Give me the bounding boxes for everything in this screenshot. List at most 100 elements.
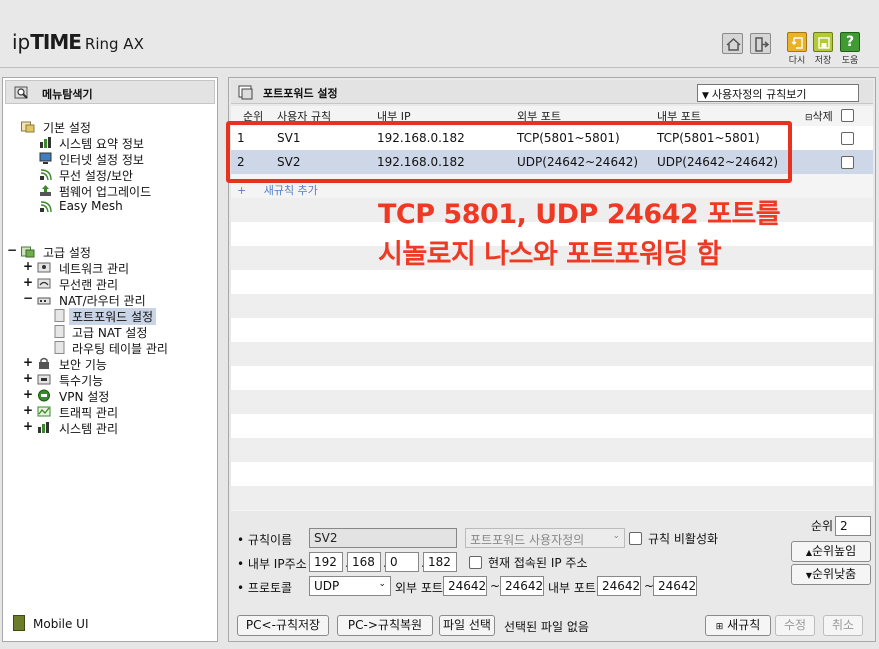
ip-octet-3[interactable]: 0 [385,552,419,572]
protocol-value: UDP [314,579,340,593]
protocol-label: • 프로토콜 [237,581,293,595]
tree-item-label: 보안 기능 [59,358,107,372]
empty-row [231,294,873,318]
pc-save-button[interactable]: PC<-규칙저장 [237,615,329,636]
col-delete-label: 삭제 [812,110,833,123]
mobile-ui-link[interactable]: Mobile UI [13,615,89,631]
expand-toggle[interactable]: + [23,387,33,401]
rule-name-label: • 규칙이름 [237,533,293,547]
add-rule-label: 새규칙 추가 [263,184,318,197]
disable-rule-checkbox[interactable] [629,532,642,545]
expand-toggle[interactable]: + [23,275,33,289]
empty-row [231,414,873,438]
new-rule-button[interactable]: ⊞ 새규칙 [705,615,771,636]
port-forward-header: 포트포워드 설정 ▼ 사용자정의 규칙보기 [231,80,873,104]
top-header: ipTIME Ring AX 다시 저장 ? 도움 [0,0,879,68]
traffic-icon [37,405,51,418]
pc-restore-button[interactable]: PC->규칙복원 [337,615,433,636]
tree-item-label: 포트포워드 설정 [69,308,157,325]
annotation-line-1: TCP 5801, UDP 24642 포트를 [378,199,781,230]
folder-icon [21,120,35,133]
ext-port-to[interactable]: 24642 [500,576,544,596]
tree-item-label: 무선랜 관리 [59,278,119,292]
current-ip-label: 현재 접속된 IP 주소 [488,556,588,570]
tree-advanced-label: 고급 설정 [43,246,91,260]
tree-item-label: 인터넷 설정 정보 [59,153,144,167]
modify-button[interactable]: 수정 [775,615,815,636]
page-icon [53,341,67,354]
preset-select[interactable]: 포트포워드 사용자정의 ⌄ [465,528,625,548]
highlight-box [226,121,792,183]
magnifier-icon [14,85,30,104]
menu-explorer-panel: 메뉴탐색기 기본 설정 시스템 요약 정보 인터넷 설정 정보 무선 설정/보안… [2,77,218,642]
file-select-button[interactable]: 파일 선택 [439,615,495,636]
lock-icon [37,357,51,370]
tree-item-label: 무선 설정/보안 [59,169,134,183]
row-delete-checkbox[interactable] [841,156,854,169]
help-button[interactable]: ? 도움 [838,32,862,66]
tree-item-label: Easy Mesh [59,199,123,213]
chart-icon [39,136,53,149]
ip-octet-4[interactable]: 182 [423,552,457,572]
empty-row [231,486,873,510]
expand-toggle[interactable]: + [23,419,33,433]
protocol-select[interactable]: UDP ⌄ [309,576,391,596]
rule-view-value: 사용자정의 규칙보기 [711,88,807,101]
ext-port-label: 외부 포트 [395,581,443,595]
special-icon [37,373,51,386]
rank-up-button[interactable]: ▲순위높임 [791,541,871,562]
ext-port-from[interactable]: 24642 [443,576,487,596]
rule-view-select[interactable]: ▼ 사용자정의 규칙보기 [697,84,859,102]
row-delete-checkbox[interactable] [841,132,854,145]
ip-label: • 내부 IP주소 [237,557,307,571]
current-ip-checkbox[interactable] [469,556,482,569]
rank-down-button[interactable]: ▼순위낮춤 [791,564,871,585]
rank-field[interactable]: 2 [835,516,871,536]
vpn-icon [37,389,51,402]
reload-label: 다시 [788,56,806,66]
help-label: 도움 [841,56,859,66]
rule-name-field[interactable]: SV2 [309,528,457,548]
plus-box-icon: ⊞ [715,622,724,632]
cancel-button[interactable]: 취소 [823,615,863,636]
tree-item-label: 시스템 요약 정보 [59,137,144,151]
reload-button[interactable]: 다시 [785,32,809,66]
upgrade-icon [39,184,53,197]
logo-model: Ring AX [84,35,144,53]
file-status: 선택된 파일 없음 [504,620,589,634]
annotation-line-2: 시놀로지 나스와 포트포워딩 함 [378,239,722,270]
logout-icon[interactable] [750,33,771,54]
disable-rule-label: 규칙 비활성화 [648,532,719,546]
ip-octet-2[interactable]: 168 [347,552,381,572]
collapse-toggle[interactable]: − [7,243,17,257]
int-port-from[interactable]: 24642 [597,576,641,596]
empty-row [231,438,873,462]
minus-box-icon: ⊟ [805,113,813,123]
network-icon [37,261,51,274]
empty-row [231,342,873,366]
empty-row [231,390,873,414]
tree-item-label: 라우팅 테이블 관리 [72,342,168,356]
tree-item-label: 트래픽 관리 [59,406,119,420]
preset-value: 포트포워드 사용자정의 [470,533,585,547]
tree-item-label: 펌웨어 업그레이드 [59,185,152,199]
int-port-to[interactable]: 24642 [653,576,697,596]
expand-toggle[interactable]: + [23,371,33,385]
expand-toggle[interactable]: + [23,403,33,417]
ip-octet-1[interactable]: 192 [309,552,343,572]
chart-icon [37,421,51,434]
select-all-checkbox[interactable] [841,109,854,122]
logo-time: TIME [30,30,82,54]
tree-item-label: 고급 NAT 설정 [72,326,148,340]
expand-toggle[interactable]: + [23,355,33,369]
collapse-toggle[interactable]: − [23,291,33,305]
save-label: 저장 [814,56,832,66]
expand-toggle[interactable]: + [23,259,33,273]
tree-item-label: 네트워크 관리 [59,262,130,276]
save-icon [813,32,833,52]
wireless-icon [37,277,51,290]
add-rule-link[interactable]: + 새규칙 추가 [237,182,318,198]
home-icon[interactable] [722,33,743,54]
save-button[interactable]: 저장 [811,32,835,66]
int-port-label: 내부 포트 [548,581,596,595]
